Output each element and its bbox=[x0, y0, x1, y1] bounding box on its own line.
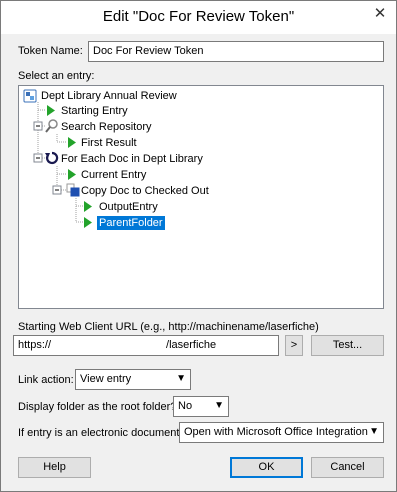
chevron-down-icon: ▼ bbox=[214, 400, 224, 411]
help-button[interactable]: Help bbox=[18, 457, 91, 478]
title-bar: Edit "Doc For Review Token" ✕ bbox=[1, 1, 396, 34]
tree-node-parent-folder[interactable]: ParentFolder bbox=[97, 216, 165, 230]
tree-node-copy-doc[interactable]: Copy Doc to Checked Out bbox=[81, 184, 209, 198]
link-action-label: Link action: bbox=[18, 374, 74, 386]
tree-node-current-entry[interactable]: Current Entry bbox=[81, 168, 146, 182]
root-folder-label: Display folder as the root folder? bbox=[18, 401, 177, 413]
url-prefix: https:// bbox=[18, 339, 52, 351]
tree-node-output-entry[interactable]: OutputEntry bbox=[99, 200, 158, 214]
ok-button[interactable]: OK bbox=[230, 457, 303, 478]
chevron-down-icon: ▼ bbox=[176, 373, 186, 384]
tree-node-for-each[interactable]: For Each Doc in Dept Library bbox=[61, 152, 203, 166]
close-icon[interactable]: ✕ bbox=[370, 4, 390, 24]
token-name-label: Token Name: bbox=[18, 45, 83, 57]
token-name-input[interactable]: Doc For Review Token bbox=[88, 41, 384, 62]
electronic-doc-label: If entry is an electronic document: bbox=[18, 427, 183, 439]
root-folder-select[interactable]: No ▼ bbox=[173, 396, 229, 417]
electronic-doc-select[interactable]: Open with Microsoft Office Integration ▼ bbox=[179, 422, 384, 443]
url-suffix: /laserfiche bbox=[166, 339, 217, 351]
electronic-doc-value: Open with Microsoft Office Integration bbox=[184, 426, 368, 438]
root-folder-value: No bbox=[178, 400, 193, 412]
chevron-down-icon: ▼ bbox=[369, 426, 379, 437]
tree-node-first-result[interactable]: First Result bbox=[81, 136, 137, 150]
window-title: Edit "Doc For Review Token" bbox=[102, 8, 295, 25]
url-label: Starting Web Client URL (e.g., http://ma… bbox=[18, 321, 319, 333]
entry-tree[interactable]: Dept Library Annual Review Starting Entr… bbox=[18, 85, 384, 309]
test-button[interactable]: Test... bbox=[311, 335, 384, 356]
link-action-select[interactable]: View entry ▼ bbox=[75, 369, 191, 390]
select-entry-label: Select an entry: bbox=[18, 70, 95, 82]
dialog-window: Edit "Doc For Review Token" ✕ Token Name… bbox=[0, 0, 397, 492]
go-button[interactable]: > bbox=[285, 335, 303, 356]
tree-node-search-repository[interactable]: Search Repository bbox=[61, 120, 152, 134]
tree-node-workflow[interactable]: Dept Library Annual Review bbox=[41, 89, 177, 103]
cancel-button[interactable]: Cancel bbox=[311, 457, 384, 478]
tree-node-starting-entry[interactable]: Starting Entry bbox=[61, 104, 128, 118]
link-action-value: View entry bbox=[80, 373, 132, 385]
url-input[interactable]: https:// /laserfiche bbox=[13, 335, 279, 356]
